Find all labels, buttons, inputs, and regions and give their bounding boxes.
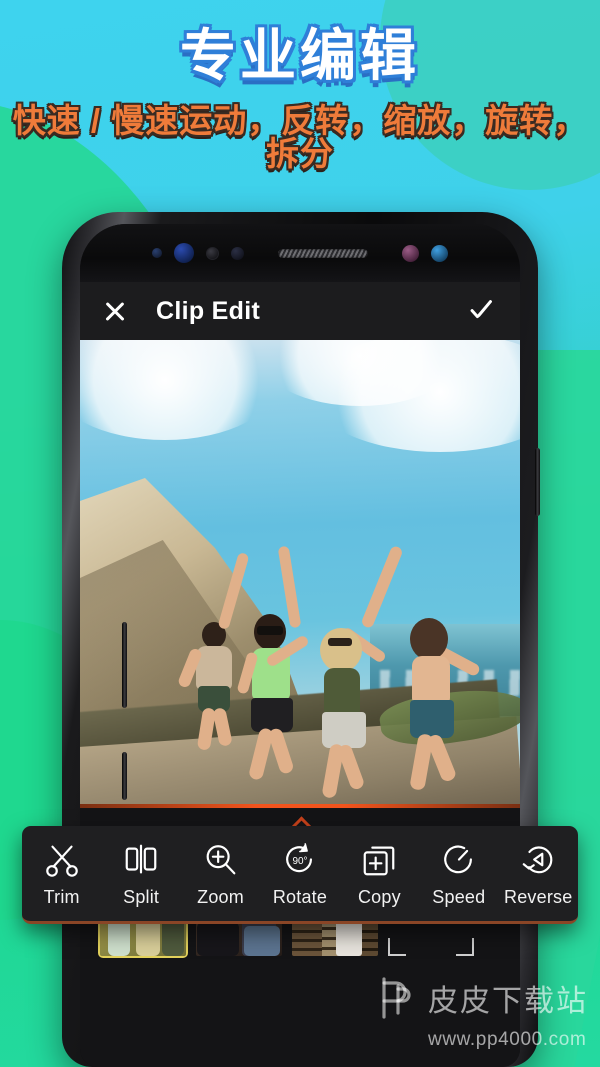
copy-plus-icon bbox=[360, 840, 398, 880]
stopwatch-icon bbox=[440, 840, 478, 880]
reverse-arrow-icon bbox=[519, 840, 557, 880]
split-icon bbox=[122, 840, 160, 880]
reverse-label: Reverse bbox=[504, 886, 573, 907]
copy-label: Copy bbox=[357, 886, 401, 907]
rotate-label: Rotate bbox=[272, 886, 328, 907]
phone-mockup: Clip Edit bbox=[62, 212, 538, 1067]
phone-top-bezel bbox=[80, 224, 520, 282]
svg-text:90°: 90° bbox=[292, 855, 307, 866]
split-label: Split bbox=[123, 886, 160, 907]
sensor-icon bbox=[152, 248, 162, 258]
proximity-sensor-icon bbox=[231, 246, 244, 260]
zoom-button[interactable]: Zoom bbox=[185, 840, 257, 908]
scissors-icon bbox=[43, 840, 81, 880]
rotate-90-icon: 90° bbox=[281, 840, 319, 880]
speed-label: Speed bbox=[432, 886, 486, 907]
promo-subtitle: 快速 / 慢速运动，反转，缩放，旋转，拆分 bbox=[12, 102, 588, 172]
copy-button[interactable]: Copy bbox=[343, 840, 415, 908]
promo-headings: 专业编辑 快速 / 慢速运动，反转，缩放，旋转，拆分 bbox=[0, 24, 600, 172]
phone-power-button bbox=[535, 448, 540, 516]
earpiece-speaker-icon bbox=[278, 248, 368, 258]
app-bar: Clip Edit bbox=[80, 282, 520, 340]
iris-scanner-icon bbox=[206, 246, 219, 260]
corner-bracket-icon bbox=[456, 938, 474, 956]
close-icon[interactable] bbox=[102, 298, 128, 324]
page-title: Clip Edit bbox=[156, 296, 261, 325]
rotate-button[interactable]: 90° Rotate bbox=[264, 840, 336, 908]
front-camera-icon bbox=[174, 243, 194, 263]
reverse-button[interactable]: Reverse bbox=[502, 840, 574, 908]
trim-label: Trim bbox=[43, 886, 80, 907]
light-sensor-icon bbox=[431, 244, 448, 262]
edit-toolbar: Trim Split Zoom 90° Rotate Copy Speed Re… bbox=[22, 826, 578, 924]
phone-screen: Clip Edit bbox=[80, 224, 520, 1067]
trim-button[interactable]: Trim bbox=[26, 840, 98, 908]
magnifier-plus-icon bbox=[202, 840, 240, 880]
split-button[interactable]: Split bbox=[105, 840, 177, 908]
corner-bracket-icon bbox=[388, 938, 406, 956]
zoom-label: Zoom bbox=[197, 886, 244, 907]
phone-volume-button bbox=[122, 622, 127, 708]
speed-button[interactable]: Speed bbox=[423, 840, 495, 908]
check-icon[interactable] bbox=[468, 296, 498, 326]
video-preview[interactable]: 00:01 00:02 bbox=[80, 340, 520, 804]
promo-title: 专业编辑 bbox=[180, 24, 420, 87]
led-indicator-icon bbox=[402, 244, 419, 262]
phone-assistant-button bbox=[122, 752, 127, 800]
